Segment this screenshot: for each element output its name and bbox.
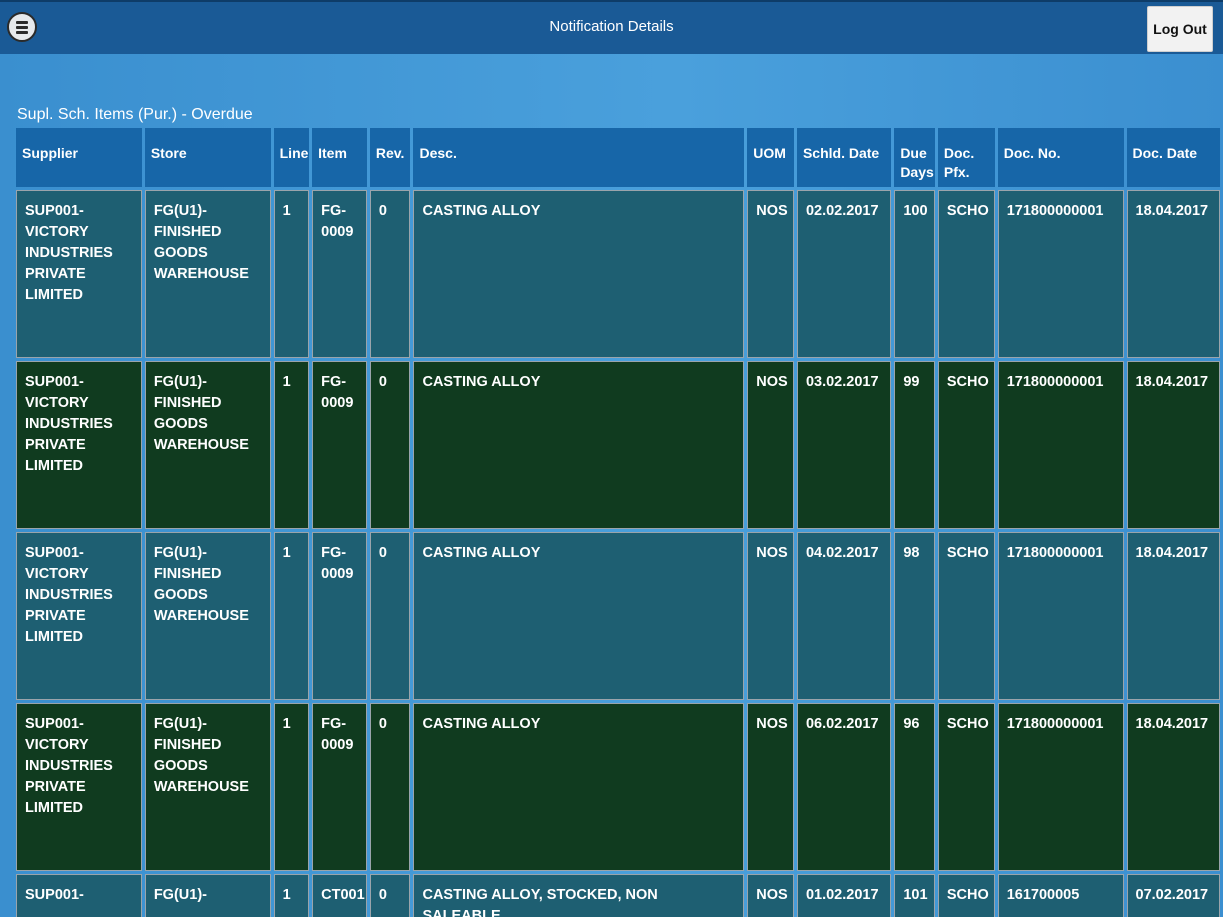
- store-cell: FG(U1)-FINISHED GOODS WAREHOUSE: [144, 361, 271, 529]
- item-cell: FG-0009: [312, 532, 367, 700]
- store-cell: FG(U1)-FINISHED GOODS WAREHOUSE: [144, 190, 271, 358]
- table-row[interactable]: SUP001-VICTORY INDUSTRIES PRIVATE LIMITE…: [16, 703, 1220, 871]
- rev-cell: 0: [369, 703, 411, 871]
- doc-no-cell: 171800000001: [997, 361, 1124, 529]
- table-row[interactable]: SUP001-VICTORY INDUSTRIES PRIVATE LIMITE…: [16, 532, 1220, 700]
- desc-cell: CASTING ALLOY, STOCKED, NON SALEABLE: [413, 874, 745, 917]
- notification-table: Supplier Store Line Item Rev. Desc. UOM …: [16, 128, 1223, 917]
- schld-date-cell: 04.02.2017: [796, 532, 892, 700]
- doc-no-cell: 171800000001: [997, 703, 1124, 871]
- doc-date-cell: 07.02.2017: [1126, 874, 1220, 917]
- supplier-cell: SUP001-VICTORY INDUSTRIES PRIVATE LIMITE…: [16, 703, 142, 871]
- doc-date-cell: 18.04.2017: [1126, 703, 1220, 871]
- table-row[interactable]: SUP001- FG(U1)- 1 CT001 0 CASTING ALLOY,…: [16, 874, 1220, 917]
- supplier-cell: SUP001-VICTORY INDUSTRIES PRIVATE LIMITE…: [16, 190, 142, 358]
- schld-date-cell: 01.02.2017: [796, 874, 892, 917]
- column-header-doc-pfx[interactable]: Doc. Pfx.: [937, 128, 995, 187]
- column-header-schld-date[interactable]: Schld. Date: [796, 128, 892, 187]
- desc-cell: CASTING ALLOY: [413, 361, 745, 529]
- due-days-cell: 96: [894, 703, 935, 871]
- line-cell: 1: [273, 190, 310, 358]
- due-days-cell: 101: [894, 874, 935, 917]
- column-header-due-days[interactable]: Due Days: [894, 128, 935, 187]
- item-cell: FG-0009: [312, 361, 367, 529]
- uom-cell: NOS: [747, 190, 794, 358]
- item-cell: FG-0009: [312, 190, 367, 358]
- doc-pfx-cell: SCHO: [937, 703, 995, 871]
- logout-button[interactable]: Log Out: [1147, 6, 1213, 52]
- doc-date-cell: 18.04.2017: [1126, 532, 1220, 700]
- uom-cell: NOS: [747, 532, 794, 700]
- column-header-line[interactable]: Line: [273, 128, 310, 187]
- uom-cell: NOS: [747, 874, 794, 917]
- column-header-desc[interactable]: Desc.: [413, 128, 745, 187]
- doc-date-cell: 18.04.2017: [1126, 190, 1220, 358]
- section-title: Supl. Sch. Items (Pur.) - Overdue: [17, 106, 253, 123]
- due-days-cell: 100: [894, 190, 935, 358]
- desc-cell: CASTING ALLOY: [413, 703, 745, 871]
- line-cell: 1: [273, 361, 310, 529]
- item-cell: CT001: [312, 874, 367, 917]
- rev-cell: 0: [369, 190, 411, 358]
- column-header-doc-no[interactable]: Doc. No.: [997, 128, 1124, 187]
- schld-date-cell: 02.02.2017: [796, 190, 892, 358]
- column-header-store[interactable]: Store: [144, 128, 271, 187]
- line-cell: 1: [273, 703, 310, 871]
- supplier-cell: SUP001-VICTORY INDUSTRIES PRIVATE LIMITE…: [16, 361, 142, 529]
- doc-pfx-cell: SCHO: [937, 190, 995, 358]
- rev-cell: 0: [369, 532, 411, 700]
- line-cell: 1: [273, 874, 310, 917]
- doc-pfx-cell: SCHO: [937, 532, 995, 700]
- table-row[interactable]: SUP001-VICTORY INDUSTRIES PRIVATE LIMITE…: [16, 361, 1220, 529]
- supplier-cell: SUP001-: [16, 874, 142, 917]
- uom-cell: NOS: [747, 703, 794, 871]
- page-title: Notification Details: [549, 18, 674, 35]
- doc-date-cell: 18.04.2017: [1126, 361, 1220, 529]
- store-cell: FG(U1)-FINISHED GOODS WAREHOUSE: [144, 532, 271, 700]
- due-days-cell: 99: [894, 361, 935, 529]
- line-cell: 1: [273, 532, 310, 700]
- schld-date-cell: 03.02.2017: [796, 361, 892, 529]
- schld-date-cell: 06.02.2017: [796, 703, 892, 871]
- notification-table-container[interactable]: Supplier Store Line Item Rev. Desc. UOM …: [16, 128, 1223, 917]
- store-cell: FG(U1)-: [144, 874, 271, 917]
- table-row[interactable]: SUP001-VICTORY INDUSTRIES PRIVATE LIMITE…: [16, 190, 1220, 358]
- due-days-cell: 98: [894, 532, 935, 700]
- doc-pfx-cell: SCHO: [937, 361, 995, 529]
- doc-pfx-cell: SCHO: [937, 874, 995, 917]
- doc-no-cell: 161700005: [997, 874, 1124, 917]
- table-header-row: Supplier Store Line Item Rev. Desc. UOM …: [16, 128, 1220, 187]
- uom-cell: NOS: [747, 361, 794, 529]
- desc-cell: CASTING ALLOY: [413, 532, 745, 700]
- rev-cell: 0: [369, 874, 411, 917]
- column-header-uom[interactable]: UOM: [747, 128, 794, 187]
- doc-no-cell: 171800000001: [997, 532, 1124, 700]
- supplier-cell: SUP001-VICTORY INDUSTRIES PRIVATE LIMITE…: [16, 532, 142, 700]
- column-header-doc-date[interactable]: Doc. Date: [1126, 128, 1220, 187]
- store-cell: FG(U1)-FINISHED GOODS WAREHOUSE: [144, 703, 271, 871]
- top-bar: Notification Details Log Out: [0, 0, 1223, 54]
- column-header-item[interactable]: Item: [312, 128, 367, 187]
- item-cell: FG-0009: [312, 703, 367, 871]
- rev-cell: 0: [369, 361, 411, 529]
- column-header-supplier[interactable]: Supplier: [16, 128, 142, 187]
- desc-cell: CASTING ALLOY: [413, 190, 745, 358]
- column-header-rev[interactable]: Rev.: [369, 128, 411, 187]
- doc-no-cell: 171800000001: [997, 190, 1124, 358]
